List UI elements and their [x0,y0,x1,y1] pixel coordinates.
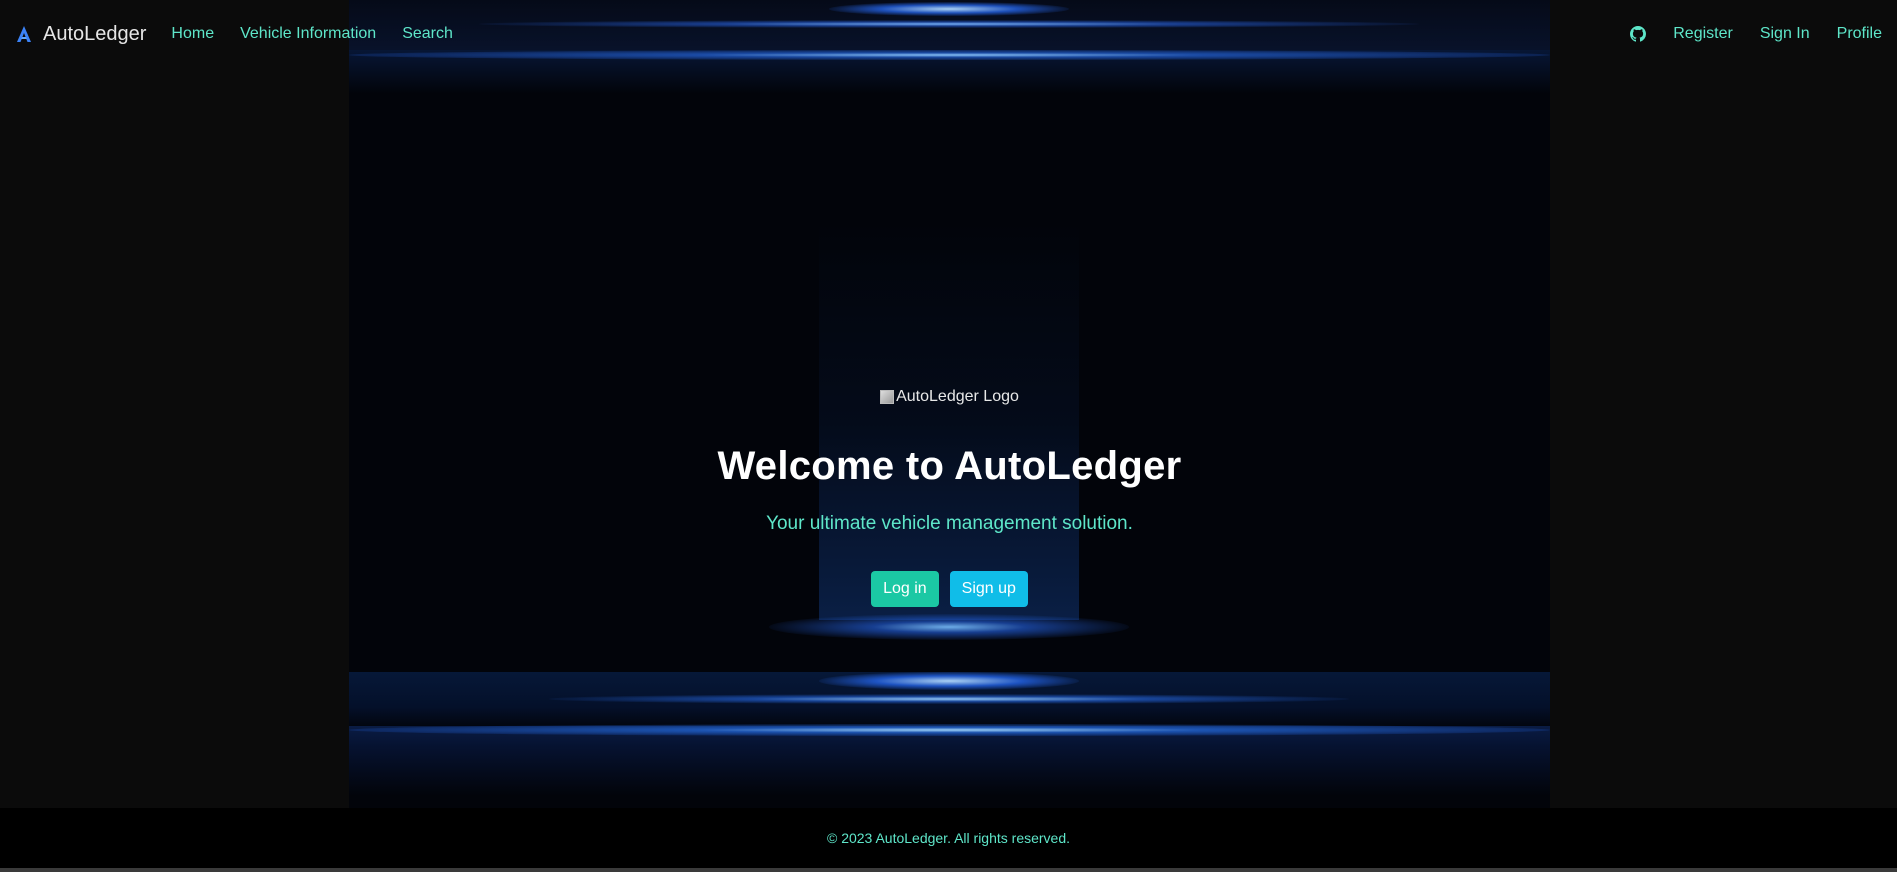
logo-image-broken: AutoLedger Logo [880,388,1019,406]
brand[interactable]: AutoLedger [17,23,146,46]
footer-copyright: © 2023 AutoLedger. All rights reserved. [826,830,1071,846]
broken-image-icon [880,390,895,404]
signup-button[interactable]: Sign up [949,571,1028,607]
nav-right: Register Sign In Profile [1630,0,1882,68]
nav-links: Home Vehicle Information Search [171,25,452,43]
light-glow [549,694,1349,704]
page-subtitle: Your ultimate vehicle management solutio… [766,513,1133,534]
light-glow [819,672,1079,690]
nav-link-vehicle-information[interactable]: Vehicle Information [240,25,376,43]
github-icon[interactable] [1630,26,1647,42]
hero-content: AutoLedger Logo Welcome to AutoLedger Yo… [349,388,1550,607]
nav-link-home[interactable]: Home [171,25,214,43]
light-glow [769,614,1129,640]
brand-name: AutoLedger [43,22,147,45]
nav-link-register[interactable]: Register [1673,25,1733,43]
logo-alt-text: AutoLedger Logo [896,388,1019,405]
login-button[interactable]: Log in [871,571,939,607]
navbar: AutoLedger Home Vehicle Information Sear… [0,0,1897,68]
nav-link-profile[interactable]: Profile [1837,25,1882,43]
page-title: Welcome to AutoLedger [717,444,1182,488]
light-glow [349,724,1550,736]
page: AutoLedger Home Vehicle Information Sear… [0,0,1897,872]
light-streak [349,672,1550,730]
nav-link-search[interactable]: Search [402,25,453,43]
window-bottom-edge [0,868,1897,872]
button-row: Log in Sign up [349,571,1550,607]
nav-link-sign-in[interactable]: Sign In [1760,25,1810,43]
light-streak [349,726,1550,796]
footer: © 2023 AutoLedger. All rights reserved. [0,808,1897,868]
brand-logo-icon [17,26,31,42]
